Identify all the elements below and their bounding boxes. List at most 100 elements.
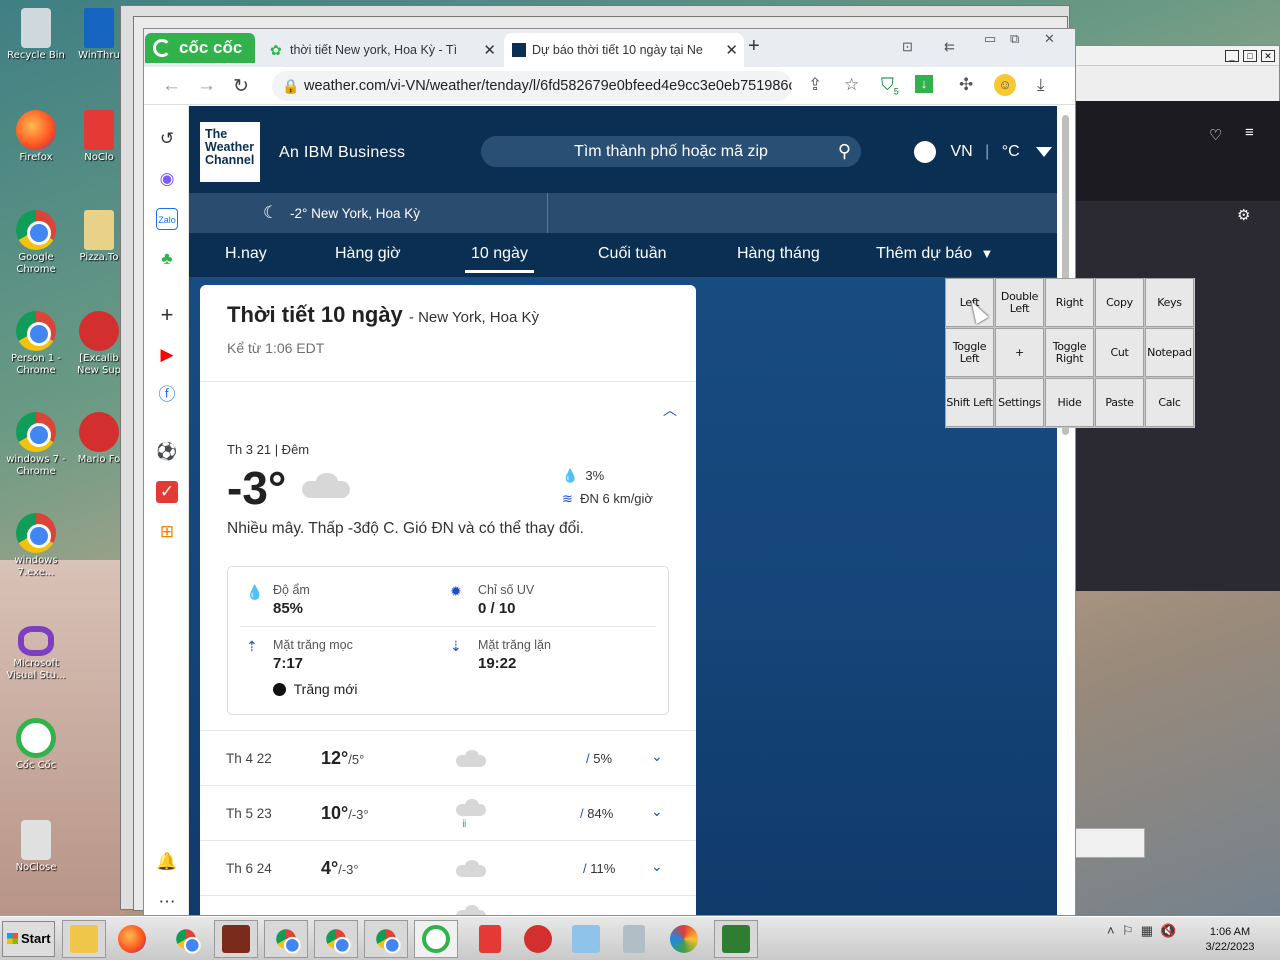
taskbar-chrome-profile[interactable]	[264, 920, 308, 958]
key-toggle-left[interactable]: Toggle Left	[945, 328, 994, 377]
youtube-icon[interactable]: ▶	[156, 344, 178, 366]
back-icon[interactable]: ←	[162, 75, 181, 97]
firefox-urlbar[interactable]	[1083, 116, 1163, 146]
daily-forecast-row[interactable]: Th 6 24 4°/-3° / 11% ⌄	[200, 840, 696, 895]
downloads-icon[interactable]: ⤓	[1037, 75, 1045, 95]
desktop-icon-winthru[interactable]: WinThru	[72, 8, 126, 62]
pocket-icon[interactable]: ♡	[1209, 126, 1222, 144]
more-options-icon[interactable]: ⋯	[156, 891, 178, 913]
soccer-icon[interactable]: ⚽	[156, 441, 178, 463]
notifications-bell-icon[interactable]: 🔔	[156, 851, 178, 873]
key-plus[interactable]: +	[995, 328, 1044, 377]
key-paste[interactable]: Paste	[1095, 378, 1144, 427]
key-settings[interactable]: Settings	[995, 378, 1044, 427]
taskbar-task-manager[interactable]	[714, 920, 758, 958]
tab-search[interactable]: ✿ thời tiết New york, Hoa Kỳ - Tì ✕	[262, 33, 502, 67]
key-calc[interactable]: Calc	[1145, 378, 1194, 427]
tab-weather[interactable]: Dự báo thời tiết 10 ngày tại Ne ✕	[504, 33, 744, 67]
weather-channel-logo[interactable]: The Weather Channel	[200, 122, 260, 182]
network-icon[interactable]: ▦	[1141, 923, 1153, 938]
adblock-shield-icon[interactable]: ⛉5	[881, 75, 899, 96]
close-window-button[interactable]: ✕	[1044, 31, 1055, 47]
desktop-icon-windows7-exe[interactable]: windows 7.exe...	[4, 513, 68, 579]
desktop-icon-recycle-bin[interactable]: Recycle Bin	[4, 8, 68, 62]
task-check-icon[interactable]: ✓	[156, 481, 178, 503]
tab-search-icon[interactable]: ⊡	[902, 39, 913, 55]
location-search-input[interactable]: Tìm thành phố hoặc mã zip ⚲	[481, 136, 861, 167]
forward-icon[interactable]: →	[197, 75, 216, 97]
download-green-icon[interactable]: ↓	[915, 75, 933, 93]
nav-more-forecasts[interactable]: Thêm dự báo ▼	[876, 245, 993, 263]
nav-monthly[interactable]: Hàng tháng	[737, 245, 820, 263]
current-location-link[interactable]: ☾ -2° New York, Hoa Kỳ	[263, 203, 420, 223]
taskbar-firefox[interactable]	[112, 920, 152, 958]
key-cut[interactable]: Cut	[1095, 328, 1144, 377]
desktop-icon-visual-studio[interactable]: Microsoft Visual Stu...	[4, 626, 68, 682]
nav-today[interactable]: H.nay	[225, 245, 267, 263]
volume-muted-icon[interactable]: 🔇	[1160, 923, 1176, 938]
close-tab-icon[interactable]: ✕	[483, 41, 496, 59]
bookmark-star-icon[interactable]: ☆	[844, 75, 859, 95]
nav-10day[interactable]: 10 ngày	[465, 245, 534, 273]
taskbar-game[interactable]	[214, 920, 258, 958]
taskbar-mario[interactable]	[516, 920, 560, 958]
key-double-left[interactable]: Double Left	[995, 278, 1044, 327]
history-icon[interactable]: ↺	[156, 128, 178, 150]
new-tab-icon[interactable]: +	[748, 35, 760, 58]
taskbar-explorer[interactable]	[62, 920, 106, 958]
desktop-icon-mario[interactable]: Mario Fo	[72, 412, 126, 466]
settings-gear-icon[interactable]: ⚙	[1237, 206, 1250, 224]
minimize-button[interactable]: _	[1225, 50, 1239, 62]
taskbar-noclose[interactable]	[468, 920, 512, 958]
menu-icon[interactable]: ≡	[1245, 124, 1254, 141]
shopping-icon[interactable]: ⊞	[156, 521, 178, 543]
desktop-icon-noclose[interactable]: NoClose	[4, 820, 68, 874]
expand-chevron-icon[interactable]: ⌄	[651, 748, 663, 765]
nav-weekend[interactable]: Cuối tuần	[598, 245, 667, 263]
desktop-icon-person1-chrome[interactable]: Person 1 - Chrome	[4, 311, 68, 377]
share-icon[interactable]: ⇪	[808, 75, 822, 95]
desktop-icon-coccoc[interactable]: Cốc Cốc	[4, 718, 68, 772]
flag-icon[interactable]: ⚐	[1122, 923, 1134, 938]
taskbar-chrome-profile-2[interactable]	[314, 920, 358, 958]
search-icon[interactable]: ⚲	[838, 136, 851, 167]
desktop-icon-windows7-chrome[interactable]: windows 7 - Chrome	[4, 412, 68, 478]
taskbar-calculator[interactable]	[612, 920, 656, 958]
key-toggle-right[interactable]: Toggle Right	[1045, 328, 1094, 377]
show-hidden-icon[interactable]: ˄	[1107, 923, 1115, 938]
desktop-icon-pizza[interactable]: Pizza.To	[72, 210, 126, 264]
facebook-icon[interactable]: ⓕ	[156, 384, 178, 406]
taskbar-paint[interactable]	[662, 920, 706, 958]
desktop-icon-firefox[interactable]: Firefox	[4, 110, 68, 164]
reload-icon[interactable]: ↻	[233, 75, 249, 98]
daily-forecast-row[interactable]: Th 5 23 10°/-3° ⅱ / 84% ⌄	[200, 785, 696, 840]
collapse-chevron-icon[interactable]: ︿	[663, 400, 677, 420]
profile-avatar-icon[interactable]: ☺	[994, 74, 1016, 96]
key-notepad[interactable]: Notepad	[1145, 328, 1194, 377]
daily-forecast-row[interactable]: Th 4 22 12°/5° / 5% ⌄	[200, 730, 696, 785]
coccoc-logo[interactable]: cốc cốc	[145, 33, 255, 63]
game-controller-icon[interactable]: ♣	[156, 248, 178, 270]
messenger-icon[interactable]: ◉	[156, 168, 178, 190]
key-right[interactable]: Right	[1045, 278, 1094, 327]
taskbar-coccoc[interactable]	[414, 920, 458, 958]
daily-forecast-row[interactable]	[200, 895, 696, 915]
zalo-icon[interactable]: Zalo	[156, 208, 178, 230]
key-keys[interactable]: Keys	[1145, 278, 1194, 327]
extensions-puzzle-icon[interactable]: ✣	[959, 75, 973, 95]
key-hide[interactable]: Hide	[1045, 378, 1094, 427]
close-button[interactable]: ✕	[1261, 50, 1275, 62]
close-tab-icon[interactable]: ✕	[725, 41, 738, 59]
nav-hourly[interactable]: Hàng giờ	[335, 245, 401, 263]
taskbar-notepad[interactable]	[564, 920, 608, 958]
desktop-icon-google-chrome[interactable]: Google Chrome	[4, 210, 68, 276]
start-button[interactable]: Start	[2, 921, 55, 957]
restore-button[interactable]: ⧉	[1010, 31, 1019, 47]
clock[interactable]: 1:06 AM 3/22/2023	[1195, 925, 1265, 955]
back-arrow-icon[interactable]: ⇇	[944, 39, 955, 55]
add-icon[interactable]: +	[156, 304, 178, 326]
expand-chevron-icon[interactable]: ⌄	[651, 858, 663, 875]
key-copy[interactable]: Copy	[1095, 278, 1144, 327]
desktop-icon-excalibur[interactable]: [Excalib New Sup	[72, 311, 126, 377]
taskbar-chrome-profile-3[interactable]	[364, 920, 408, 958]
